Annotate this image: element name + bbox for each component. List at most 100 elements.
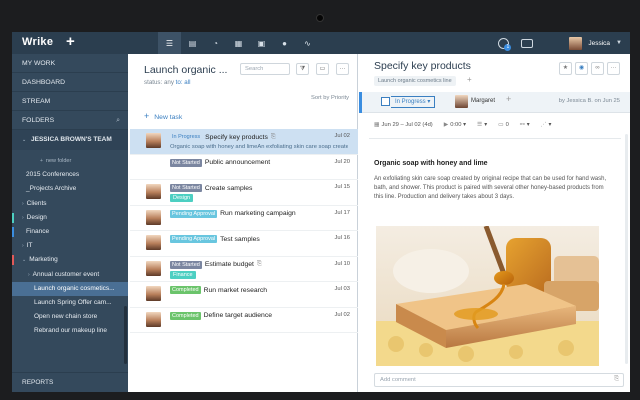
inbox-icon[interactable] <box>521 38 534 48</box>
nav-reports-icon[interactable]: ∿ <box>296 32 319 54</box>
more-icon[interactable]: ··· <box>336 63 349 75</box>
task-title[interactable]: Specify key products <box>374 60 471 72</box>
table-row[interactable]: Not Started Public announcement Jul 20 <box>130 155 358 180</box>
sidebar-item[interactable]: Launch Spring Offer cam... <box>12 296 128 310</box>
search-icon[interactable]: ⌕ <box>116 111 120 130</box>
task-date: Jul 15 <box>334 184 350 190</box>
sidebar-item-label: Clients <box>26 199 47 207</box>
dependencies[interactable]: ⚯ ▾ <box>520 122 530 128</box>
sidebar-item[interactable]: + new folder <box>12 154 128 168</box>
add-folder-icon[interactable]: + <box>467 75 472 84</box>
sidebar-item[interactable]: Finance <box>12 225 128 239</box>
add-assignee-icon[interactable]: + <box>506 94 511 104</box>
date-range[interactable]: ▦ Jun 29 – Jul 02 (4d) <box>374 122 433 128</box>
wrike-logo[interactable]: Wrike <box>22 36 53 48</box>
task-title[interactable]: Run marketing campaign <box>220 210 296 217</box>
comment-input[interactable]: Add comment ⎘ <box>374 373 624 387</box>
sidebar-item[interactable]: Launch organic cosmetics... <box>12 281 128 296</box>
complete-checkbox[interactable] <box>381 97 390 106</box>
task-title[interactable]: Public announcement <box>205 159 270 166</box>
create-plus-icon[interactable]: + <box>66 33 75 50</box>
folder-tag[interactable]: Finance <box>170 270 196 279</box>
star-icon[interactable]: ★ <box>559 62 572 75</box>
nav-workload-icon[interactable]: ● <box>273 32 296 54</box>
sidebar-scrollbar[interactable] <box>124 306 127 364</box>
sidebar-item[interactable]: › Clients <box>12 197 128 211</box>
sort-by[interactable]: Sort by Priority <box>311 95 349 101</box>
subtask-count[interactable]: ▭ 0 <box>498 122 509 128</box>
chevron-icon[interactable]: › <box>22 215 24 221</box>
link-icon[interactable]: ∞ <box>591 62 604 75</box>
table-row[interactable]: Completed Define target audience Jul 02 <box>130 308 358 333</box>
play-icon: ▶ <box>443 122 449 128</box>
folder-chip[interactable]: Launch organic cosmetics line <box>374 76 456 86</box>
sidebar-stream[interactable]: STREAM <box>12 92 128 111</box>
folder-icon[interactable]: ▭ <box>316 63 329 75</box>
list-filter[interactable]: status: any to: all <box>144 79 190 86</box>
share[interactable]: ⋰ ▾ <box>541 122 552 128</box>
attach-icon[interactable]: ⎘ <box>614 376 619 383</box>
nav-calendar-icon[interactable]: ▦ <box>227 32 250 54</box>
sidebar-item[interactable]: 2015 Conferences <box>12 168 128 182</box>
table-row[interactable]: In Progress Specify key products ⎘ Organic … <box>130 129 358 155</box>
sidebar-my-work[interactable]: MY WORK <box>12 54 128 73</box>
notification-icon[interactable]: 1 <box>498 37 512 51</box>
table-row[interactable]: Pending Approval Run marketing campaign Ju… <box>130 206 358 231</box>
user-name[interactable]: Jessica <box>588 40 610 47</box>
chevron-icon[interactable]: ⌄ <box>22 257 26 263</box>
sidebar-item[interactable]: Rebrand our makeup line <box>12 324 128 338</box>
chevron-down-icon[interactable]: ▼ <box>616 40 622 46</box>
filter-icon[interactable]: ⧩ <box>296 63 309 75</box>
task-title[interactable]: Run market research <box>204 287 267 294</box>
table-row[interactable]: Not Started Create samples Design Jul 15 <box>130 180 358 206</box>
assignee-name[interactable]: Margaret <box>471 98 495 104</box>
sidebar-folders[interactable]: FOLDERS ⌕ <box>12 111 128 130</box>
task-title[interactable]: Specify key products <box>205 134 268 141</box>
more-icon[interactable]: ··· <box>607 62 620 75</box>
timer[interactable]: ▶ 0:00 ▾ <box>444 122 466 128</box>
task-title[interactable]: Create samples <box>205 185 253 192</box>
status-filter[interactable]: status: any <box>144 79 174 86</box>
nav-table-icon[interactable]: ▤ <box>181 32 204 54</box>
chevron-icon[interactable]: › <box>28 272 30 278</box>
avatar[interactable] <box>569 36 583 50</box>
sidebar-item-label: Annual customer event <box>32 270 100 278</box>
status-dropdown[interactable]: In Progress ▾ <box>391 96 436 108</box>
assignee-filter[interactable]: to: all <box>176 79 191 86</box>
avatar[interactable] <box>455 95 468 108</box>
sidebar-team[interactable]: ⌄ JESSICA BROWN'S TEAM <box>12 130 128 150</box>
sidebar-dashboard[interactable]: DASHBOARD <box>12 73 128 92</box>
nav-timeline-icon[interactable]: ◔ <box>204 32 227 54</box>
folder-color-bar <box>12 226 14 237</box>
chevron-icon[interactable]: › <box>22 243 24 249</box>
task-title[interactable]: Define target audience <box>204 312 272 319</box>
status-count[interactable]: ☰ ▾ <box>477 122 487 128</box>
table-row[interactable]: Completed Run market research Jul 03 <box>130 282 358 308</box>
sidebar-item-label: Rebrand our makeup line <box>34 327 107 335</box>
sidebar-item[interactable]: › IT <box>12 239 128 253</box>
sidebar-item[interactable]: › Design <box>12 211 128 225</box>
task-title[interactable]: Estimate budget <box>205 261 254 268</box>
sidebar-item[interactable]: Open new chain store <box>12 310 128 324</box>
sidebar-reports[interactable]: REPORTS <box>12 372 128 392</box>
nav-board-icon[interactable]: ▣ <box>250 32 273 54</box>
sidebar-item[interactable]: ⌄ Marketing <box>12 253 128 267</box>
status-badge: Pending Approval <box>170 235 218 243</box>
new-task-button[interactable]: + New task <box>144 111 182 121</box>
top-bar: Wrike + ☰ ▤ ◔ ▦ ▣ ● ∿ 1 Jessica ▼ <box>12 32 630 54</box>
chevron-icon[interactable]: › <box>22 201 24 207</box>
date-range-label: Jun 29 – Jul 02 (4d) <box>381 122 433 128</box>
search-input[interactable]: Search <box>240 63 290 75</box>
details-scrollbar[interactable] <box>625 134 628 364</box>
task-date: Jul 16 <box>334 235 350 241</box>
new-task-label: New task <box>154 114 183 121</box>
task-title[interactable]: Test samples <box>220 236 260 243</box>
rss-icon[interactable]: ◉ <box>575 62 588 75</box>
sidebar-item[interactable]: › Annual customer event <box>12 268 128 282</box>
table-row[interactable]: Not Started Estimate budget ⎘ Finance Jul 10 <box>130 257 358 282</box>
plus-icon[interactable]: + <box>40 158 43 164</box>
sidebar-item[interactable]: _Projects Archive <box>12 182 128 196</box>
nav-list-icon[interactable]: ☰ <box>158 32 181 54</box>
folder-tag[interactable]: Design <box>170 194 194 202</box>
table-row[interactable]: Pending Approval Test samples Jul 16 <box>130 231 358 257</box>
